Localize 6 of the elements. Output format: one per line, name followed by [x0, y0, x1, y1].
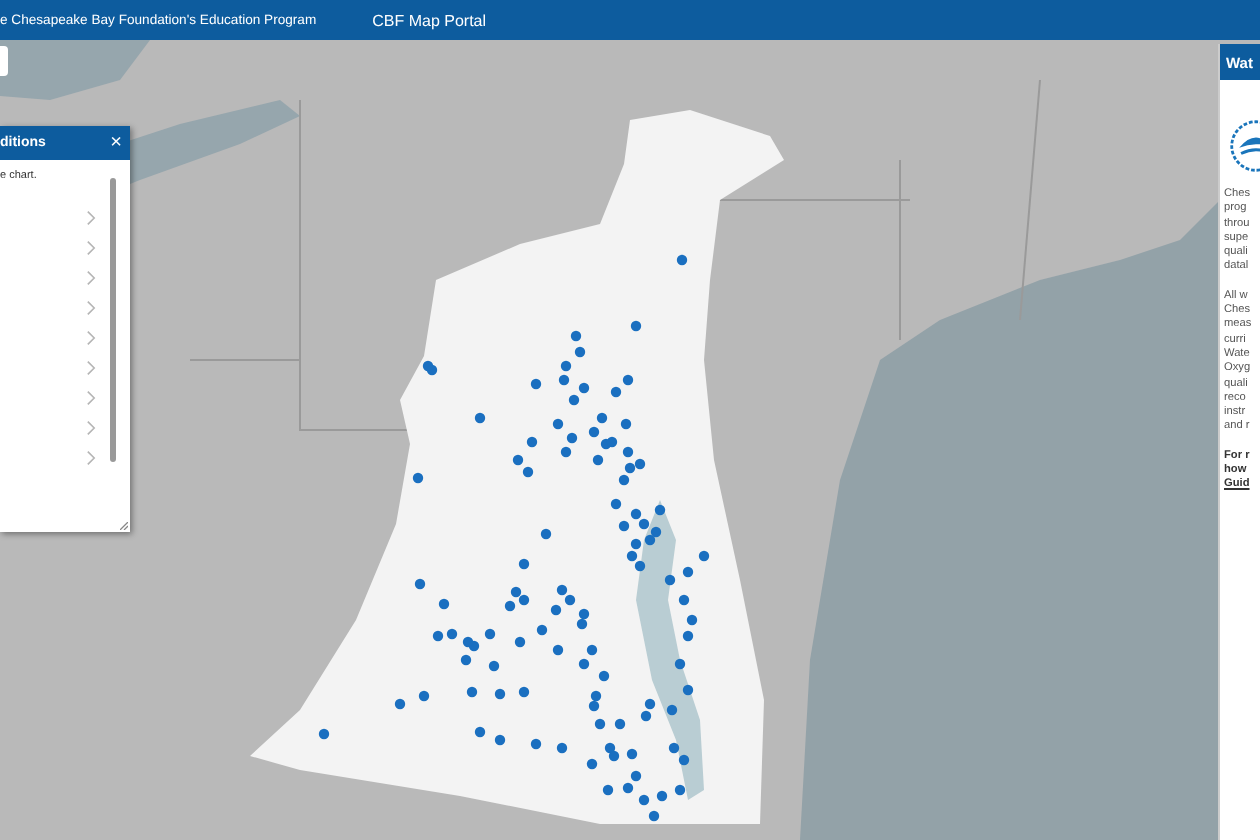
map-control[interactable] — [0, 46, 8, 76]
map-drawing[interactable] — [0, 40, 1260, 840]
scrollbar[interactable] — [110, 178, 116, 462]
close-button[interactable]: × — [110, 133, 122, 153]
nav-link[interactable]: CBF Map Portal — [372, 11, 487, 29]
resize-grip-icon[interactable] — [120, 522, 128, 530]
